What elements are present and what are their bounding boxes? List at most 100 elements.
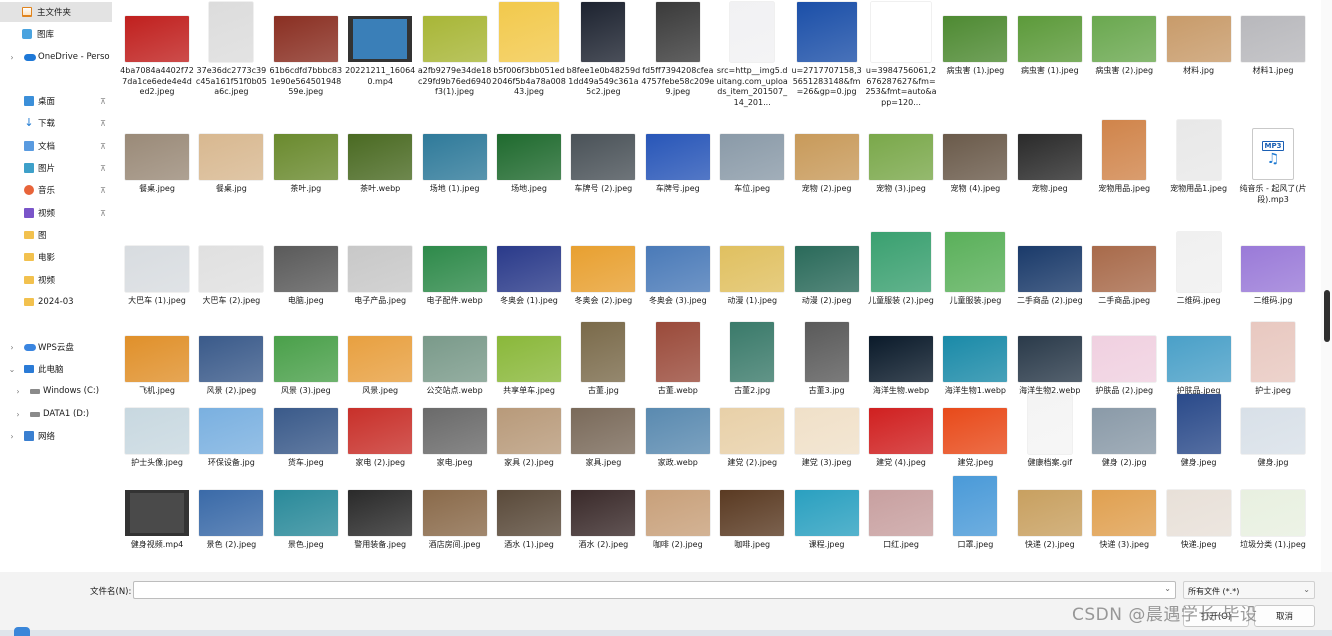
sidebar-item[interactable]: › 网络 <box>0 426 112 446</box>
file-item[interactable]: 电子配件.webp <box>418 232 492 307</box>
file-item[interactable]: 车牌号.jpeg <box>641 120 715 195</box>
file-item[interactable]: 车牌号 (2).jpeg <box>566 120 640 195</box>
sidebar-item[interactable]: 图 <box>0 225 112 245</box>
chevron-right-icon[interactable]: › <box>8 53 16 62</box>
file-item[interactable]: 货车.jpeg <box>269 394 343 469</box>
sidebar-item[interactable]: 图库 <box>0 24 112 44</box>
file-item[interactable]: u=3984756061,2676287627&fm=253&fmt=auto&… <box>864 2 938 108</box>
file-item[interactable]: 古董2.jpg <box>715 322 789 397</box>
file-item[interactable]: 宠物 (2).jpeg <box>790 120 864 195</box>
file-item[interactable]: 儿童服装 (2).jpeg <box>864 232 938 307</box>
file-item[interactable]: 风景.jpeg <box>343 322 417 397</box>
file-item[interactable]: 共享单车.jpeg <box>492 322 566 397</box>
sidebar-item[interactable]: 图片 ⊼ <box>0 158 112 178</box>
file-item[interactable]: 场地.jpeg <box>492 120 566 195</box>
chevron-right-icon[interactable]: › <box>14 410 22 419</box>
file-item[interactable]: 茶叶.webp <box>343 120 417 195</box>
file-item[interactable]: 古董3.jpg <box>790 322 864 397</box>
file-item[interactable]: 酒水 (2).jpeg <box>566 476 640 551</box>
file-item[interactable]: 电脑.jpeg <box>269 232 343 307</box>
file-item[interactable]: 餐桌.jpg <box>194 120 268 195</box>
file-item[interactable]: 咖啡 (2).jpeg <box>641 476 715 551</box>
sidebar-item[interactable]: ↓ 下载 ⊼ <box>0 113 112 133</box>
file-item[interactable]: 护士头像.jpeg <box>120 394 194 469</box>
file-item[interactable]: 护肤品 (2).jpeg <box>1087 322 1161 397</box>
file-item[interactable]: 宠物用品1.jpeg <box>1162 120 1236 195</box>
file-item[interactable]: 海洋生物.webp <box>864 322 938 397</box>
file-item[interactable]: 二手商品 (2).jpeg <box>1013 232 1087 307</box>
file-item[interactable]: src=http__img5.duitang.com_uploads_item_… <box>715 2 789 108</box>
file-item[interactable]: 快递 (2).jpeg <box>1013 476 1087 551</box>
file-item[interactable]: 口罩.jpeg <box>938 476 1012 551</box>
chevron-down-icon[interactable]: ⌄ <box>1164 584 1171 593</box>
file-item[interactable]: 家具.jpeg <box>566 394 640 469</box>
file-item[interactable]: 场地 (1).jpeg <box>418 120 492 195</box>
sidebar-item[interactable]: 2024-03 <box>0 292 112 312</box>
file-item[interactable]: 餐桌.jpeg <box>120 120 194 195</box>
chevron-right-icon[interactable]: › <box>8 432 16 441</box>
chevron-down-icon[interactable]: ⌄ <box>8 365 16 374</box>
file-item[interactable]: 37e36dc2773c39c45a161f51f0b05a6c.jpeg <box>194 2 268 98</box>
file-item[interactable]: 古董.jpg <box>566 322 640 397</box>
chevron-right-icon[interactable]: › <box>8 343 16 352</box>
chevron-right-icon[interactable]: › <box>14 387 22 396</box>
file-item[interactable]: 二维码.jpeg <box>1162 232 1236 307</box>
filetype-select[interactable]: 所有文件 (*.*) ⌄ <box>1183 581 1315 599</box>
file-item[interactable]: 快递 (3).jpeg <box>1087 476 1161 551</box>
file-item[interactable]: 家电 (2).jpeg <box>343 394 417 469</box>
file-item[interactable]: a2fb9279e34de18c29fd9b76ed6940f3(1).jpeg <box>418 2 492 98</box>
file-item[interactable]: 酒水 (1).jpeg <box>492 476 566 551</box>
file-item[interactable]: 飞机.jpeg <box>120 322 194 397</box>
file-item[interactable]: 健身.jpg <box>1236 394 1310 469</box>
file-item[interactable]: 宠物.jpeg <box>1013 120 1087 195</box>
file-item[interactable]: 大巴车 (2).jpeg <box>194 232 268 307</box>
file-item[interactable]: 风景 (3).jpeg <box>269 322 343 397</box>
file-item[interactable]: 冬奥会 (2).jpeg <box>566 232 640 307</box>
file-item[interactable]: 4ba7084a4402f727da1ce6ede4e4ded2.jpeg <box>120 2 194 98</box>
file-item[interactable]: 宠物 (4).jpeg <box>938 120 1012 195</box>
file-item[interactable]: 冬奥会 (3).jpeg <box>641 232 715 307</box>
file-item[interactable]: 健身视频.mp4 <box>120 476 194 551</box>
file-item[interactable]: 病虫害 (2).jpeg <box>1087 2 1161 77</box>
file-item[interactable]: 环保设备.jpg <box>194 394 268 469</box>
file-item[interactable]: 护肤品.jpeg <box>1162 322 1236 397</box>
sidebar-item[interactable]: › Windows (C:) <box>0 381 112 401</box>
file-item[interactable]: 酒店房间.jpeg <box>418 476 492 551</box>
file-item[interactable]: u=2717707158,35651283148&fm=26&gp=0.jpg <box>790 2 864 98</box>
file-item[interactable]: 健身 (2).jpg <box>1087 394 1161 469</box>
sidebar-item[interactable]: › DATA1 (D:) <box>0 404 112 424</box>
sidebar-item[interactable]: 文档 ⊼ <box>0 136 112 156</box>
file-item[interactable]: 家电.jpeg <box>418 394 492 469</box>
file-item[interactable]: 咖啡.jpeg <box>715 476 789 551</box>
file-item[interactable]: 警用装备.jpeg <box>343 476 417 551</box>
file-item[interactable]: 垃圾分类 (1).jpeg <box>1236 476 1310 551</box>
sidebar-item[interactable]: 主文件夹 <box>0 2 112 22</box>
scrollbar-thumb[interactable] <box>1324 290 1330 342</box>
file-item[interactable]: 二手商品.jpeg <box>1087 232 1161 307</box>
file-item[interactable]: 健身.jpeg <box>1162 394 1236 469</box>
file-item[interactable]: 材料.jpg <box>1162 2 1236 77</box>
sidebar-item[interactable]: 视频 ⊼ <box>0 203 112 223</box>
file-item[interactable]: 家政.webp <box>641 394 715 469</box>
file-item[interactable]: 风景 (2).jpeg <box>194 322 268 397</box>
start-icon[interactable] <box>14 627 30 636</box>
sidebar-item[interactable]: 电影 <box>0 247 112 267</box>
file-item[interactable]: fd5ff7394208cfea4757febe58c209e9.jpeg <box>641 2 715 98</box>
sidebar-item[interactable]: 桌面 ⊼ <box>0 91 112 111</box>
file-item[interactable]: 车位.jpeg <box>715 120 789 195</box>
sidebar-item[interactable]: ⌄ 此电脑 <box>0 359 112 379</box>
file-item[interactable]: b8fee1e0b48259d1dd49a549c361a5c2.jpeg <box>566 2 640 98</box>
file-item[interactable]: 动漫 (1).jpeg <box>715 232 789 307</box>
filename-input[interactable]: ⌄ <box>133 581 1176 599</box>
file-item[interactable]: 大巴车 (1).jpeg <box>120 232 194 307</box>
vertical-scrollbar[interactable] <box>1321 0 1332 572</box>
file-item[interactable]: 二维码.jpg <box>1236 232 1310 307</box>
file-item[interactable]: b5f006f3bb051ed2046f5b4a78a00843.jpeg <box>492 2 566 98</box>
file-item[interactable]: 病虫害 (1).jpeg <box>938 2 1012 77</box>
file-item[interactable]: 健康档案.gif <box>1013 394 1087 469</box>
file-item[interactable]: 古董.webp <box>641 322 715 397</box>
file-item[interactable]: 家具 (2).jpeg <box>492 394 566 469</box>
sidebar-item[interactable]: › WPS云盘 <box>0 337 112 357</box>
file-item[interactable]: 护士.jpeg <box>1236 322 1310 397</box>
file-item[interactable]: 景色 (2).jpeg <box>194 476 268 551</box>
